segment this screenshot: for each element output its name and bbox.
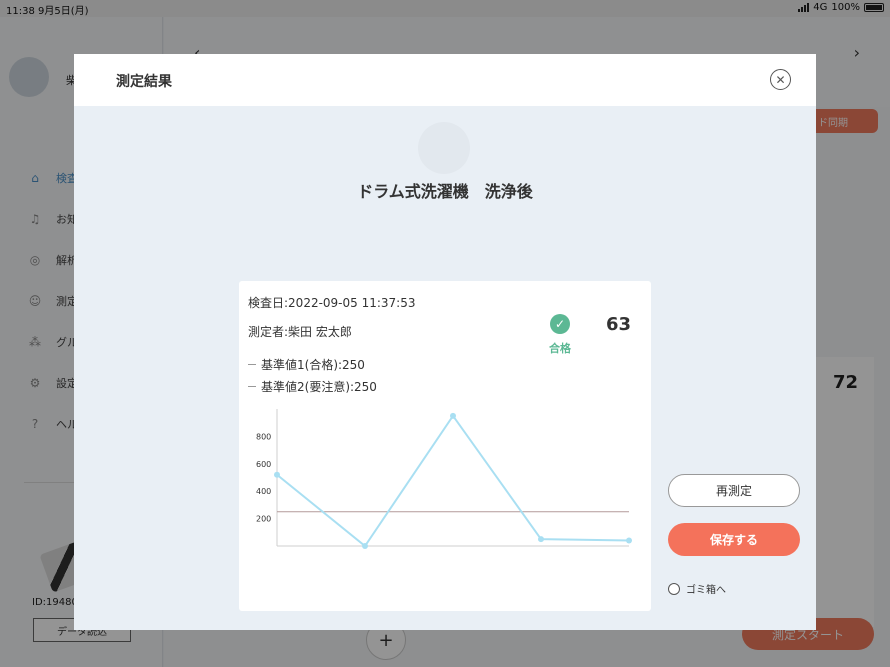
close-icon: ✕: [775, 72, 786, 87]
trash-radio[interactable]: [668, 582, 680, 595]
series-line: [276, 414, 630, 548]
y-tick-label: 800: [256, 432, 271, 441]
legend-label: 基準値2(要注意):250: [261, 380, 377, 394]
legend-threshold-caution: 基準値2(要注意):250: [248, 378, 377, 395]
check-icon: ✓: [550, 314, 570, 334]
device-image-placeholder: [418, 122, 470, 174]
data-point: [274, 471, 280, 478]
y-tick-label: 400: [256, 487, 271, 496]
data-point: [538, 536, 544, 543]
result-card: 検査日:2022-09-05 11:37:53 測定者:柴田 宏太郎 ✓ 合格 …: [239, 281, 651, 611]
device-name: ドラム式洗濯機 洗浄後: [357, 182, 533, 201]
data-point: [626, 537, 632, 544]
data-point: [450, 412, 456, 419]
trash-label: ゴミ箱へ: [686, 585, 726, 596]
y-tick-label: 200: [256, 515, 271, 524]
legend-dash: [248, 364, 256, 365]
inspection-date: 検査日:2022-09-05 11:37:53: [248, 296, 416, 310]
result-chart: 200 400 600 800: [256, 409, 632, 549]
legend-threshold-pass: 基準値1(合格):250: [248, 356, 365, 373]
close-button[interactable]: ✕: [770, 69, 791, 90]
save-button[interactable]: 保存する: [668, 523, 800, 556]
y-tick-label: 600: [256, 460, 271, 469]
measurer-name: 測定者:柴田 宏太郎: [248, 325, 352, 339]
data-point: [362, 543, 368, 549]
legend-label: 基準値1(合格):250: [261, 358, 365, 372]
result-modal: 測定結果 ✕ ドラム式洗濯機 洗浄後 検査日:2022-09-05 11:37:…: [74, 54, 816, 630]
legend-dash: [248, 386, 256, 387]
result-score: 63: [606, 314, 632, 335]
trash-option[interactable]: ゴミ箱へ: [668, 581, 726, 596]
modal-title: 測定結果: [116, 74, 172, 90]
result-label: 合格: [549, 342, 571, 355]
remeasure-button[interactable]: 再測定: [668, 474, 800, 507]
modal-header: 測定結果 ✕: [74, 54, 816, 106]
